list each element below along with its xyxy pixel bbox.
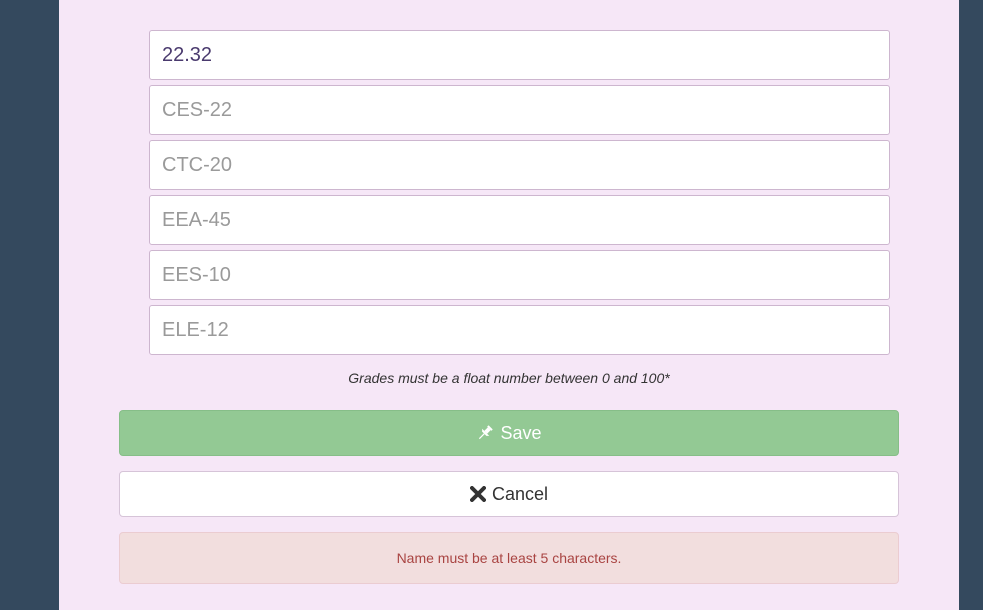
error-message: Name must be at least 5 characters. xyxy=(396,550,622,566)
grade-input-ctc-20[interactable] xyxy=(149,140,890,190)
save-button-label: Save xyxy=(500,422,542,443)
grade-input-1[interactable] xyxy=(149,30,890,80)
pushpin-icon xyxy=(476,424,494,442)
close-icon xyxy=(469,486,486,502)
grade-input-ees-10[interactable] xyxy=(149,250,890,300)
cancel-button-label: Cancel xyxy=(491,483,549,504)
grade-input-ces-22[interactable] xyxy=(149,85,890,135)
save-button[interactable]: Save xyxy=(119,410,899,456)
cancel-button[interactable]: Cancel xyxy=(119,471,899,517)
grades-hint: Grades must be a float number between 0 … xyxy=(348,370,670,386)
grade-input-ele-12[interactable] xyxy=(149,305,890,355)
grade-input-eea-45[interactable] xyxy=(149,195,890,245)
error-alert: Name must be at least 5 characters. xyxy=(119,532,899,584)
